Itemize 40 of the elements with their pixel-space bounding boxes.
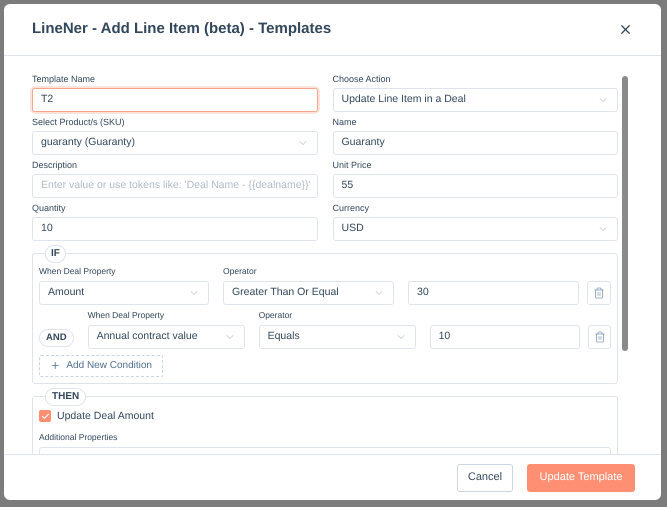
input-field[interactable]: T2 bbox=[32, 88, 318, 112]
dialog-title: LineNer - Add Line Item (beta) - Templates bbox=[32, 19, 332, 40]
and-badge: AND bbox=[39, 328, 74, 346]
field-label: Quantity bbox=[32, 203, 67, 214]
checkbox[interactable] bbox=[39, 410, 51, 422]
field-label: Currency bbox=[332, 203, 370, 214]
input-field[interactable]: 30 bbox=[408, 280, 579, 305]
field-label: Unit Price bbox=[332, 160, 373, 171]
select-field[interactable]: USD bbox=[332, 217, 618, 241]
add-condition-button[interactable]: Add New Condition bbox=[39, 354, 163, 376]
select-field[interactable]: Greater Than Or Equal bbox=[223, 280, 394, 305]
select-field[interactable]: Equals bbox=[258, 324, 416, 348]
check-icon bbox=[40, 412, 50, 421]
input-field[interactable]: 10 bbox=[32, 217, 318, 241]
input-field[interactable]: 55 bbox=[332, 174, 618, 198]
select-field[interactable]: Update Line Item in a Deal bbox=[332, 88, 618, 112]
field-label: Description bbox=[32, 160, 78, 171]
if-legend: IF bbox=[45, 245, 66, 263]
input-field[interactable]: Guaranty bbox=[332, 131, 618, 155]
plus-icon bbox=[50, 360, 60, 371]
trash-icon bbox=[594, 330, 606, 342]
field-label: Additional Properties bbox=[39, 431, 118, 444]
field-label: Choose Action bbox=[332, 74, 392, 85]
field-label: Select Product/s (SKU) bbox=[32, 117, 126, 128]
cancel-button[interactable]: Cancel bbox=[457, 464, 513, 492]
delete-button[interactable] bbox=[588, 324, 611, 348]
select-field[interactable]: Amount bbox=[39, 280, 209, 305]
field-label: When Deal Property bbox=[88, 308, 166, 322]
field-label: Name bbox=[332, 117, 358, 128]
field-label: Operator bbox=[223, 265, 258, 278]
delete-button[interactable] bbox=[587, 280, 611, 305]
field-label: Template Name bbox=[32, 74, 96, 85]
field-label: Operator bbox=[258, 308, 294, 322]
field-label: When Deal Property bbox=[39, 265, 117, 278]
then-legend: THEN bbox=[45, 388, 86, 406]
select-field[interactable]: guaranty (Guaranty) bbox=[32, 131, 318, 155]
trash-icon bbox=[593, 286, 605, 299]
checkbox-label: Update Deal Amount bbox=[57, 408, 154, 424]
input-field[interactable]: 10 bbox=[430, 324, 580, 348]
select-field[interactable]: Annual contract value bbox=[88, 324, 245, 348]
